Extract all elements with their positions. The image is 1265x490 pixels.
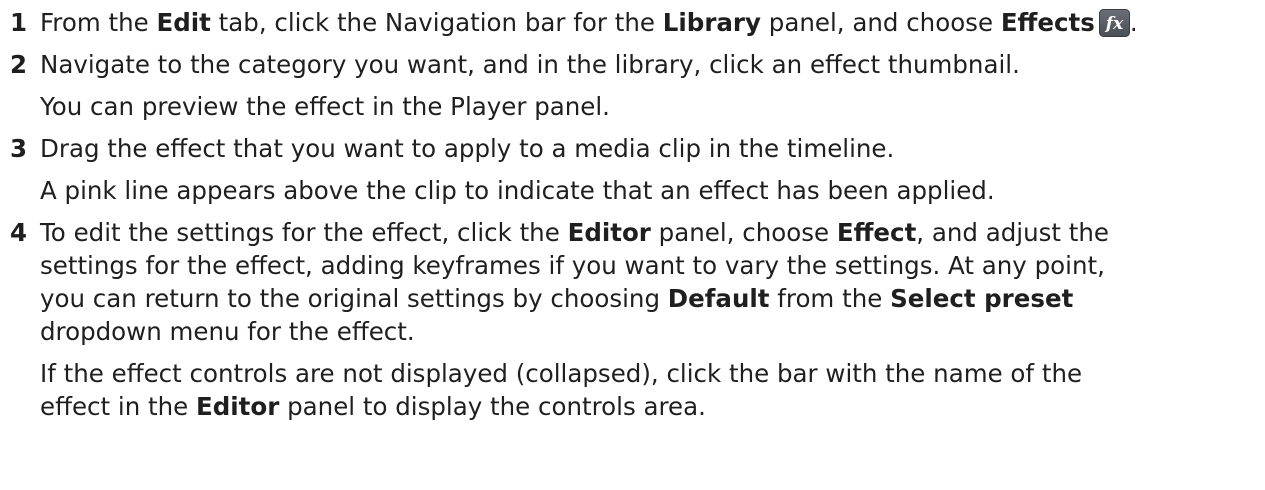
editor-panel-label: Editor	[567, 218, 651, 247]
text-run: effect in the	[40, 392, 197, 421]
effect-label: Effect	[836, 218, 917, 247]
effects-fx-icon: fx	[1098, 9, 1130, 37]
step-4: 4 To edit the settings for the effect, c…	[0, 216, 1265, 423]
step-text-line: To edit the settings for the effect, cli…	[40, 216, 1265, 249]
step-text-line: settings for the effect, adding keyframe…	[40, 251, 1105, 280]
text-run: panel, and choose	[760, 8, 1001, 37]
text-run: from the	[769, 284, 891, 313]
text-run: From the	[40, 8, 157, 37]
text-run: tab, click the Navigation bar for the	[210, 8, 663, 37]
default-label: Default	[667, 284, 770, 313]
step-text: From the Edit tab, click the Navigation …	[40, 6, 1265, 39]
text-run: .	[1129, 8, 1138, 37]
step-text: Navigate to the category you want, and i…	[40, 50, 1020, 79]
select-preset-label: Select preset	[890, 284, 1074, 313]
step-number: 2	[10, 50, 28, 79]
step-note-line: effect in the Editor panel to display th…	[40, 390, 1265, 423]
step-1: 1 From the Edit tab, click the Navigatio…	[0, 6, 1265, 39]
text-run: , and adjust the	[916, 218, 1110, 247]
step-number: 3	[10, 134, 28, 163]
step-number: 1	[10, 8, 28, 37]
step-text: Drag the effect that you want to apply t…	[40, 134, 895, 163]
library-panel-label: Library	[662, 8, 761, 37]
effects-label: Effects	[1000, 8, 1095, 37]
step-note: A pink line appears above the clip to in…	[40, 176, 995, 205]
step-text-line: dropdown menu for the effect.	[40, 317, 415, 346]
editor-panel-label: Editor	[196, 392, 280, 421]
text-run: panel to display the controls area.	[279, 392, 706, 421]
svg-text:fx: fx	[1105, 14, 1124, 34]
step-note: You can preview the effect in the Player…	[40, 92, 610, 121]
step-text-line: you can return to the original settings …	[40, 282, 1265, 315]
edit-tab-label: Edit	[156, 8, 211, 37]
step-3: 3 Drag the effect that you want to apply…	[0, 132, 1265, 207]
text-run: To edit the settings for the effect, cli…	[40, 218, 568, 247]
step-2: 2 Navigate to the category you want, and…	[0, 48, 1265, 123]
text-run: you can return to the original settings …	[40, 284, 668, 313]
text-run: panel, choose	[650, 218, 837, 247]
procedure-steps: 1 From the Edit tab, click the Navigatio…	[0, 0, 1265, 423]
step-number: 4	[10, 218, 28, 247]
step-note-line: If the effect controls are not displayed…	[40, 359, 1083, 388]
